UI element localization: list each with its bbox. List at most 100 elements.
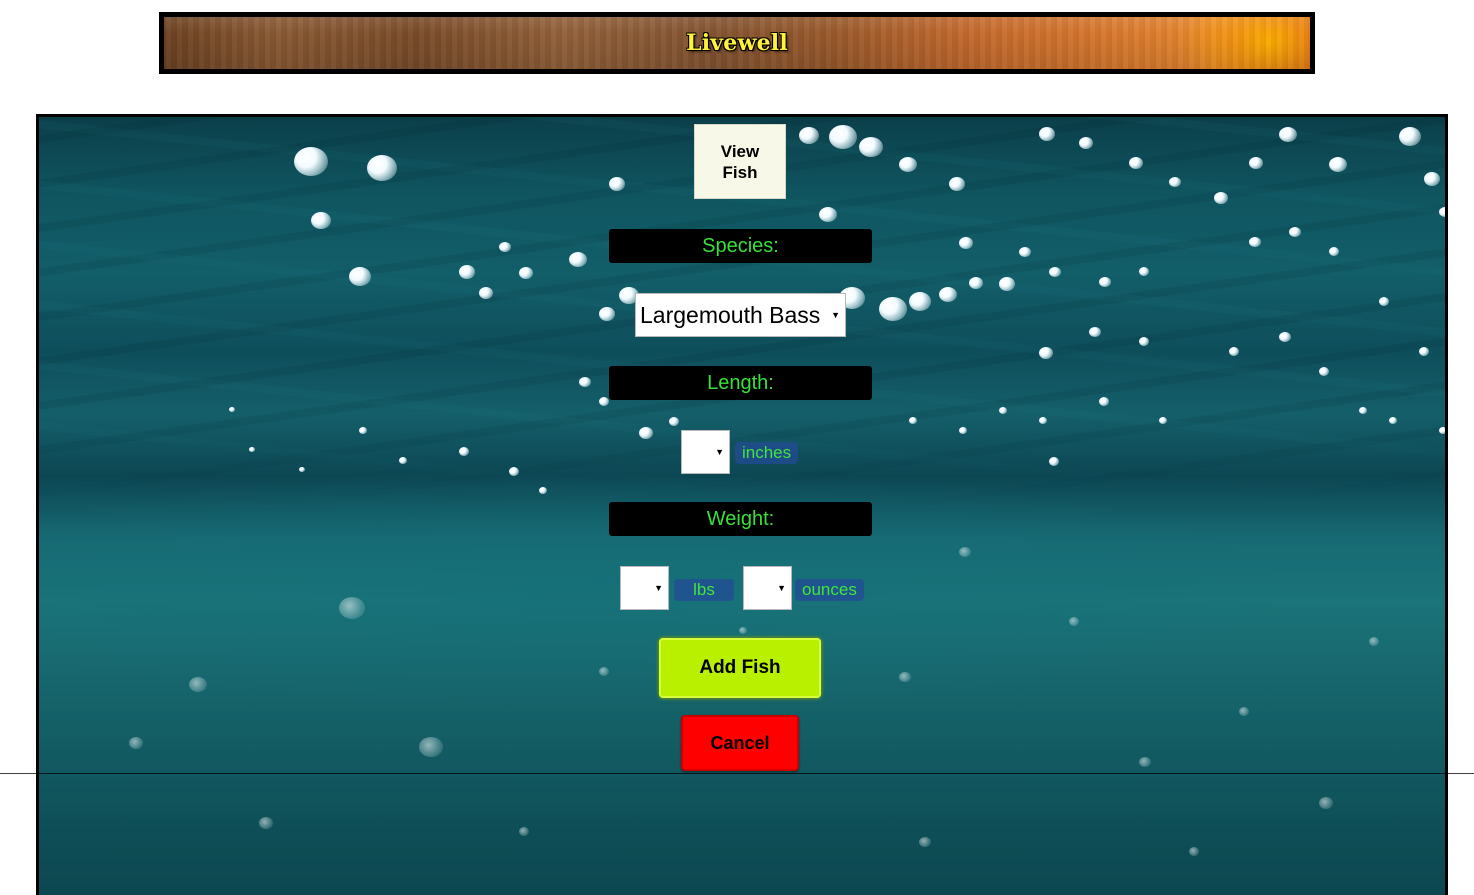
bubble: [599, 667, 609, 676]
bubble: [1049, 267, 1061, 277]
bubble: [129, 737, 143, 749]
bubble: [1369, 637, 1379, 646]
bubble: [1249, 237, 1261, 247]
bubble: [419, 737, 443, 757]
bubble: [1239, 707, 1249, 716]
bubble: [829, 125, 857, 149]
divider: [0, 773, 1474, 774]
weight-oz-select[interactable]: ▼: [743, 566, 792, 610]
add-fish-button[interactable]: Add Fish: [659, 638, 821, 698]
length-select[interactable]: ▼: [681, 430, 730, 474]
bubble: [294, 147, 328, 176]
bubble: [509, 467, 519, 476]
bubble: [259, 817, 273, 829]
bubble: [479, 287, 493, 299]
bubble: [299, 467, 305, 472]
caret-down-icon: ▼: [831, 310, 840, 320]
bubble: [349, 267, 371, 286]
bubble: [249, 447, 255, 452]
bubble: [499, 242, 511, 252]
bubble: [859, 137, 883, 157]
bubble: [1079, 137, 1093, 149]
bubble: [819, 207, 837, 222]
bubble: [1099, 277, 1111, 287]
bubble: [639, 427, 653, 439]
species-select-value: Largemouth Bass: [640, 301, 821, 328]
bubble: [909, 417, 917, 424]
bubble: [1419, 347, 1429, 356]
bubble: [879, 297, 907, 321]
bubble: [1329, 157, 1347, 172]
ounces-unit-label: ounces: [795, 579, 864, 601]
bubble: [1189, 847, 1199, 856]
bubble: [579, 377, 591, 387]
bubble: [339, 597, 365, 619]
bubble: [311, 212, 331, 229]
bubble: [939, 287, 957, 302]
bubble: [359, 427, 367, 434]
bubble: [459, 447, 469, 456]
bubble: [1249, 157, 1263, 169]
bubble: [1039, 127, 1055, 141]
bubble: [1214, 192, 1228, 204]
bubble: [949, 177, 965, 191]
caret-down-icon: ▼: [777, 583, 786, 593]
bubble: [959, 237, 973, 249]
bubble: [367, 155, 397, 181]
bubble: [1319, 797, 1333, 809]
bubble: [1379, 297, 1389, 306]
bubble: [1289, 227, 1301, 237]
bubble: [1099, 397, 1109, 406]
bubble: [399, 457, 407, 464]
bubble: [969, 277, 983, 289]
bubble: [229, 407, 235, 412]
bubble: [519, 267, 533, 279]
bubble: [1159, 417, 1167, 424]
bubble: [919, 837, 931, 847]
bubble: [1039, 417, 1047, 424]
length-unit-label: inches: [735, 442, 799, 464]
bubble: [189, 677, 207, 692]
species-select[interactable]: Largemouth Bass ▼: [635, 293, 846, 337]
bubble: [459, 265, 475, 279]
bubble: [1229, 347, 1239, 356]
weight-lbs-select[interactable]: ▼: [620, 566, 669, 610]
bubble: [1039, 347, 1053, 359]
bubble: [1329, 247, 1339, 256]
species-label: Species:: [609, 229, 872, 263]
bubble: [519, 827, 529, 836]
bubble: [799, 127, 819, 144]
bubble: [1279, 332, 1291, 342]
caret-down-icon: ▼: [715, 447, 724, 457]
bubble: [1169, 177, 1181, 187]
bubble: [1139, 337, 1149, 346]
app-title: Livewell: [686, 30, 788, 56]
bubble: [1319, 367, 1329, 376]
bubble: [1399, 127, 1421, 146]
bubble: [1279, 127, 1297, 142]
bubble: [1439, 427, 1445, 434]
bubble: [899, 672, 911, 682]
lbs-unit-label: lbs: [674, 579, 734, 601]
bubble: [1069, 617, 1079, 626]
bubble: [569, 252, 587, 267]
bubble: [1089, 327, 1101, 337]
bubble: [599, 307, 615, 321]
bubble: [999, 277, 1015, 291]
bubble: [1139, 757, 1151, 767]
bubble: [609, 177, 625, 191]
bubble: [1139, 267, 1149, 276]
bubble: [1049, 457, 1059, 466]
caret-down-icon: ▼: [654, 583, 663, 593]
bubble: [739, 627, 747, 634]
bubble: [1439, 207, 1445, 217]
bubble: [959, 427, 967, 434]
bubble: [1129, 157, 1143, 169]
bubble: [1359, 407, 1367, 414]
view-fish-button[interactable]: View Fish: [694, 124, 786, 199]
cancel-button[interactable]: Cancel: [681, 715, 799, 771]
bubble: [669, 417, 679, 426]
bubble: [599, 397, 609, 406]
length-label: Length:: [609, 366, 872, 400]
bubble: [999, 407, 1007, 414]
